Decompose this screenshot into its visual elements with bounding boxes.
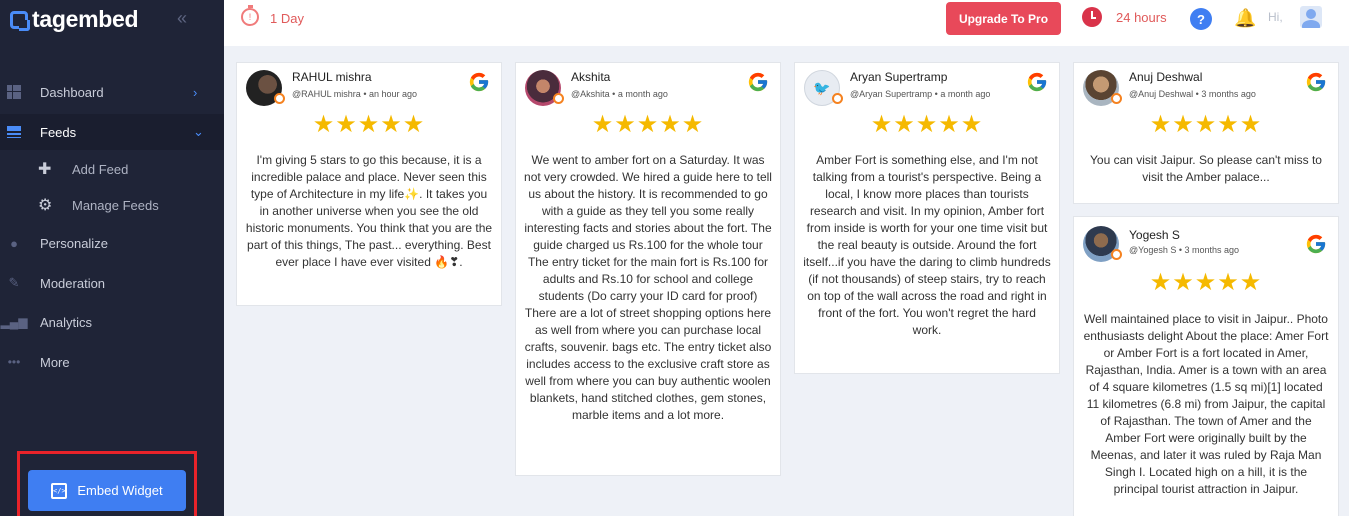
sidebar-item-moderation[interactable]: ✎ Moderation <box>0 265 224 301</box>
google-icon <box>1305 233 1327 255</box>
sidebar-item-label: More <box>40 354 70 370</box>
review-text: You can visit Jaipur. So please can't mi… <box>1090 153 1322 184</box>
trial-days-left: 1 Day <box>270 11 304 26</box>
reviewer-handle: @RAHUL mishra • an hour ago <box>292 89 418 99</box>
sidebar-item-personalize[interactable]: ● Personalize <box>0 225 224 261</box>
reviewer-badge-icon <box>1111 93 1122 104</box>
review-card[interactable]: Anuj Deshwal @Anuj Deshwal • 3 months ag… <box>1073 62 1339 204</box>
sidebar-item-label: Analytics <box>40 314 93 330</box>
user-avatar-icon[interactable] <box>1300 6 1322 28</box>
review-card[interactable]: Akshita @Akshita • a month ago ★★★★★ We … <box>515 62 781 476</box>
app-name: tagembed <box>32 6 139 32</box>
trial-hours-left: 24 hours <box>1116 10 1167 25</box>
star-rating: ★★★★★ <box>870 111 984 138</box>
reviewer-handle: @Yogesh S • 3 months ago <box>1129 245 1240 255</box>
reviewer-name: Anuj Deshwal <box>1129 70 1203 84</box>
reviewer-name: Aryan Supertramp <box>850 70 948 84</box>
tagembed-logo-icon <box>10 10 30 31</box>
reviewer-name: Akshita <box>571 70 611 84</box>
plus-icon: ✚ <box>38 161 52 178</box>
sidebar-item-analytics[interactable]: ▂▄▆ Analytics <box>0 304 224 340</box>
review-text: Amber Fort is something else, and I'm no… <box>803 153 1051 337</box>
sidebar-item-label: Feeds <box>40 124 77 140</box>
notification-bell-icon[interactable]: 🔔 <box>1234 8 1256 29</box>
chevron-down-icon: ⌄ <box>193 124 204 139</box>
google-icon <box>747 71 769 93</box>
review-card[interactable]: RAHUL mishra @RAHUL mishra • an hour ago… <box>236 62 502 306</box>
pen-icon: ✎ <box>8 275 20 290</box>
review-text: We went to amber fort on a Saturday. It … <box>524 153 772 422</box>
collapse-sidebar-icon[interactable]: « <box>177 8 187 29</box>
stopwatch-icon: ! <box>241 5 259 26</box>
google-icon <box>1026 71 1048 93</box>
code-icon: </> <box>51 482 68 499</box>
star-rating: ★★★★★ <box>1149 111 1263 138</box>
sidebar: tagembed « Dashboard › Feeds ⌄ ✚ Add Fee… <box>0 0 224 516</box>
sidebar-item-label: Dashboard <box>40 84 104 100</box>
topbar: ! 1 Day Upgrade To Pro 24 hours ? 🔔 Hi, <box>224 0 1349 46</box>
star-rating: ★★★★★ <box>591 111 705 138</box>
reviewer-handle: @Aryan Supertramp • a month ago <box>850 89 991 99</box>
reviewer-badge-icon <box>274 93 285 104</box>
embed-widget-button[interactable]: </> Embed Widget <box>28 470 186 511</box>
app-logo[interactable]: tagembed <box>10 6 139 33</box>
person-icon: ● <box>10 235 18 251</box>
chevron-right-icon: › <box>193 84 198 100</box>
sidebar-item-label: Moderation <box>40 275 106 291</box>
google-icon <box>468 71 490 93</box>
sidebar-item-manage-feeds[interactable]: ⚙ Manage Feeds <box>0 188 224 222</box>
greeting: Hi, <box>1268 10 1283 24</box>
reviewer-name: Yogesh S <box>1129 228 1180 242</box>
review-card[interactable]: Yogesh S @Yogesh S • 3 months ago ★★★★★ … <box>1073 216 1339 516</box>
sidebar-item-add-feed[interactable]: ✚ Add Feed <box>0 152 224 186</box>
upgrade-button[interactable]: Upgrade To Pro <box>946 2 1061 35</box>
chart-icon: ▂▄▆ <box>0 315 28 329</box>
more-icon: ••• <box>7 355 21 369</box>
star-rating: ★★★★★ <box>1149 269 1263 296</box>
google-icon <box>1305 71 1327 93</box>
star-rating: ★★★★★ <box>312 111 426 138</box>
reviewer-name: RAHUL mishra <box>292 70 372 84</box>
feeds-icon <box>7 125 21 139</box>
help-button[interactable]: ? <box>1190 8 1212 30</box>
sidebar-item-feeds[interactable]: Feeds ⌄ <box>0 114 224 150</box>
reviewer-badge-icon <box>832 93 843 104</box>
review-text: Well maintained place to visit in Jaipur… <box>1083 312 1329 496</box>
dashboard-icon <box>7 85 21 99</box>
review-card[interactable]: 🐦 Aryan Supertramp @Aryan Supertramp • a… <box>794 62 1060 374</box>
sidebar-item-more[interactable]: ••• More <box>0 344 224 380</box>
reviewer-badge-icon <box>553 93 564 104</box>
embed-widget-label: Embed Widget <box>77 483 163 498</box>
review-text: I'm giving 5 stars to go this because, i… <box>245 153 493 269</box>
sidebar-item-dashboard[interactable]: Dashboard › <box>0 74 224 110</box>
reviewer-badge-icon <box>1111 249 1122 260</box>
clock-icon <box>1082 7 1102 27</box>
reviewer-handle: @Anuj Deshwal • 3 months ago <box>1129 89 1256 99</box>
reviewer-handle: @Akshita • a month ago <box>571 89 668 99</box>
sidebar-item-label: Add Feed <box>72 161 129 177</box>
sidebar-item-label: Manage Feeds <box>72 197 159 213</box>
sidebar-item-label: Personalize <box>40 235 108 251</box>
gear-icon: ⚙ <box>38 197 53 214</box>
